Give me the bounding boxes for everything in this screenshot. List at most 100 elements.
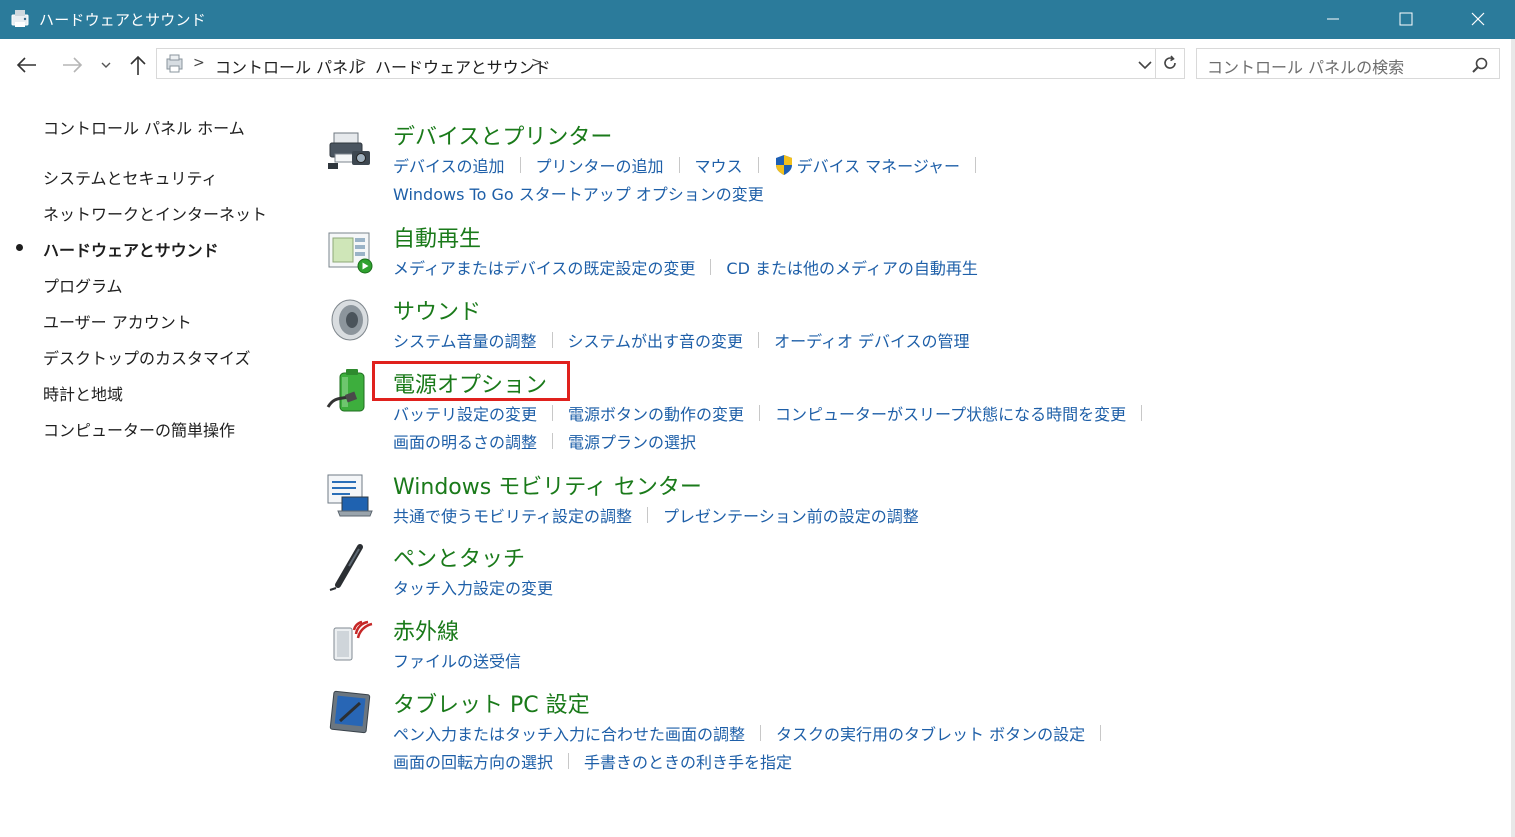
link-row: メディアまたはデバイスの既定設定の変更 CD または他のメディアの自動再生 [393, 255, 978, 279]
search-icon[interactable] [1471, 56, 1489, 74]
link-add-printer[interactable]: プリンターの追加 [536, 153, 664, 177]
link-manage-audio-devices[interactable]: オーディオ デバイスの管理 [774, 328, 970, 352]
nav-ease-of-access[interactable]: コンピューターの簡単操作 [43, 417, 235, 441]
link-send-receive-files[interactable]: ファイルの送受信 [393, 648, 521, 672]
link-mouse[interactable]: マウス [695, 153, 743, 177]
navigation-bar: > コントロール パネル > ハードウェアとサウンド > コントロール パネルの… [0, 39, 1515, 91]
link-add-device[interactable]: デバイスの追加 [393, 153, 505, 177]
nav-programs[interactable]: プログラム [43, 273, 123, 297]
link-row: 画面の回転方向の選択 手書きのときの利き手を指定 [393, 749, 792, 773]
left-navigation-pane: コントロール パネル ホーム システムとセキュリティ ネットワークとインターネッ… [0, 91, 290, 837]
link-set-tablet-buttons[interactable]: タスクの実行用のタブレット ボタンの設定 [776, 721, 1085, 745]
link-choose-screen-rotation[interactable]: 画面の回転方向の選択 [393, 749, 553, 773]
link-adjust-presentation-settings[interactable]: プレゼンテーション前の設定の調整 [663, 503, 919, 527]
window-right-edge [1511, 39, 1515, 837]
link-specify-handedness[interactable]: 手書きのときの利き手を指定 [584, 749, 792, 773]
breadcrumb-hardware-sound[interactable]: ハードウェアとサウンド [375, 54, 551, 78]
breadcrumb-control-panel[interactable]: コントロール パネル [215, 54, 364, 78]
refresh-icon [1164, 55, 1176, 69]
link-device-manager[interactable]: デバイス マネージャー [797, 153, 961, 177]
link-divider [758, 332, 760, 348]
link-divider [760, 725, 762, 741]
link-change-default-media-settings[interactable]: メディアまたはデバイスの既定設定の変更 [393, 255, 695, 279]
link-divider [551, 332, 553, 348]
infrared-icon [333, 620, 373, 661]
link-divider [759, 405, 761, 421]
pen-icon [329, 544, 363, 591]
nav-desktop-customization[interactable]: デスクトップのカスタマイズ [43, 345, 251, 369]
close-icon [1471, 12, 1485, 26]
battery-plug-icon [326, 369, 365, 412]
link-change-system-sounds[interactable]: システムが出す音の変更 [568, 328, 744, 352]
title-bar: ハードウェアとサウンド [0, 0, 1515, 39]
link-autoplay-cd-media[interactable]: CD または他のメディアの自動再生 [726, 255, 977, 279]
autoplay-icon [328, 232, 373, 274]
nav-system-security[interactable]: システムとセキュリティ [43, 165, 218, 189]
link-windows-to-go-startup[interactable]: Windows To Go スタートアップ オプションの変更 [393, 181, 764, 205]
category-title-autoplay[interactable]: 自動再生 [393, 221, 481, 253]
link-change-touch-input-settings[interactable]: タッチ入力設定の変更 [393, 575, 553, 599]
hardware-sound-app-icon [11, 10, 29, 27]
link-row: 画面の明るさの調整 電源プランの選択 [393, 429, 696, 453]
speaker-icon [331, 299, 369, 341]
devices-printers-icon [328, 132, 370, 169]
link-adjust-system-volume[interactable]: システム音量の調整 [393, 328, 537, 352]
category-title-devices-printers[interactable]: デバイスとプリンター [393, 119, 612, 151]
current-page-bullet [16, 244, 23, 251]
link-divider [568, 753, 570, 769]
forward-arrow-icon[interactable] [59, 53, 85, 77]
search-box[interactable]: コントロール パネルの検索 [1196, 48, 1500, 79]
minimize-button[interactable] [1310, 0, 1356, 39]
category-title-sound[interactable]: サウンド [393, 294, 481, 326]
nav-network-internet[interactable]: ネットワークとインターネット [43, 201, 267, 225]
link-calibrate-screen-pen-touch[interactable]: ペン入力またはタッチ入力に合わせた画面の調整 [393, 721, 745, 745]
link-adjust-screen-brightness[interactable]: 画面の明るさの調整 [393, 429, 537, 453]
link-row: タッチ入力設定の変更 [393, 575, 553, 599]
link-change-battery-settings[interactable]: バッテリ設定の変更 [393, 401, 537, 425]
link-row: 共通で使うモビリティ設定の調整 プレゼンテーション前の設定の調整 [393, 503, 919, 527]
breadcrumb-separator[interactable]: > [193, 55, 205, 71]
link-row: システム音量の調整 システムが出す音の変更 オーディオ デバイスの管理 [393, 328, 970, 352]
close-button[interactable] [1455, 0, 1501, 39]
link-divider [647, 507, 649, 523]
link-choose-power-plan[interactable]: 電源プランの選択 [568, 429, 696, 453]
highlight-box [372, 361, 570, 401]
link-adjust-common-mobility-settings[interactable]: 共通で使うモビリティ設定の調整 [393, 503, 632, 527]
window-title: ハードウェアとサウンド [39, 11, 206, 29]
link-change-sleep-time[interactable]: コンピューターがスリープ状態になる時間を変更 [775, 401, 1126, 425]
uac-shield-icon [775, 155, 792, 175]
refresh-button[interactable] [1155, 49, 1184, 78]
nav-hardware-sound[interactable]: ハードウェアとサウンド [43, 237, 219, 261]
minimize-icon [1327, 18, 1339, 20]
address-bar[interactable]: > コントロール パネル > ハードウェアとサウンド > [156, 48, 1185, 79]
link-row: デバイスの追加 プリンターの追加 マウス デバイス マネージャー [393, 153, 991, 177]
breadcrumb-separator[interactable]: > [531, 55, 543, 71]
category-title-mobility-center[interactable]: Windows モビリティ センター [393, 469, 702, 501]
link-divider [1141, 405, 1143, 421]
link-divider [678, 157, 680, 173]
link-divider [757, 157, 759, 173]
link-row: バッテリ設定の変更 電源ボタンの動作の変更 コンピューターがスリープ状態になる時… [393, 401, 1157, 425]
chevron-down-icon[interactable] [1135, 56, 1155, 74]
tablet-icon [329, 690, 371, 734]
link-row: ファイルの送受信 [393, 648, 521, 672]
back-arrow-icon[interactable] [14, 53, 40, 77]
nav-control-panel-home[interactable]: コントロール パネル ホーム [43, 115, 245, 139]
nav-user-accounts[interactable]: ユーザー アカウント [43, 309, 192, 333]
breadcrumb-separator[interactable]: > [355, 55, 367, 71]
up-arrow-icon[interactable] [125, 53, 151, 77]
nav-clock-region[interactable]: 時計と地域 [43, 381, 123, 405]
maximize-button[interactable] [1383, 0, 1429, 39]
link-row: Windows To Go スタートアップ オプションの変更 [393, 181, 764, 205]
link-divider [552, 433, 554, 449]
link-divider [975, 157, 977, 173]
recent-locations-chevron-icon[interactable] [98, 53, 114, 77]
category-title-infrared[interactable]: 赤外線 [393, 614, 459, 646]
category-title-pen-touch[interactable]: ペンとタッチ [393, 541, 525, 573]
search-input[interactable]: コントロール パネルの検索 [1207, 54, 1404, 78]
maximize-icon [1399, 12, 1413, 26]
link-divider [519, 157, 521, 173]
category-title-tablet-pc-settings[interactable]: タブレット PC 設定 [393, 687, 590, 719]
link-row: ペン入力またはタッチ入力に合わせた画面の調整 タスクの実行用のタブレット ボタン… [393, 721, 1116, 745]
link-change-power-button-behavior[interactable]: 電源ボタンの動作の変更 [568, 401, 744, 425]
